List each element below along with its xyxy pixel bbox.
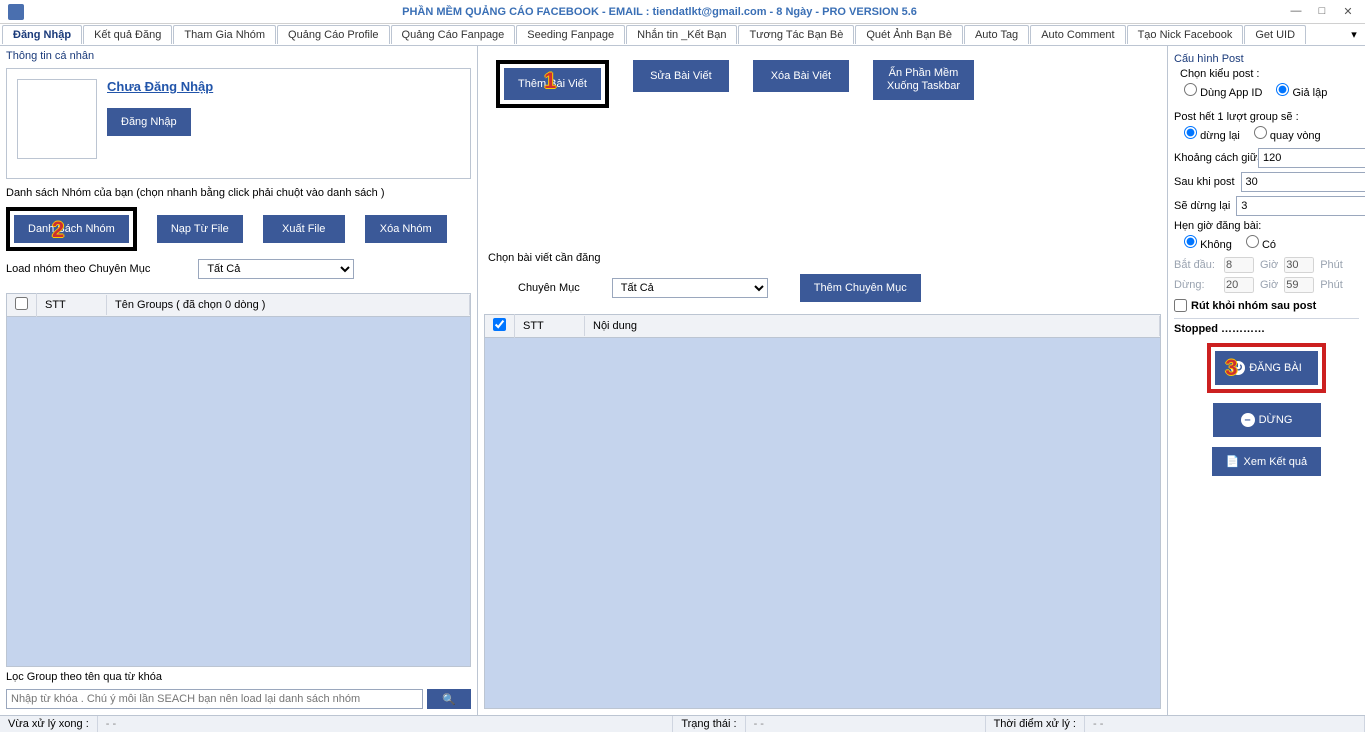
login-button[interactable]: Đăng Nhập <box>107 108 191 136</box>
center-category-label: Chuyên Mục <box>518 282 580 294</box>
category-select[interactable]: Tất Cả <box>198 259 354 279</box>
center-category-select[interactable]: Tất Cả <box>612 278 768 298</box>
document-icon: 📄 <box>1226 455 1240 468</box>
status-done-label: Vừa xử lý xong : <box>0 716 98 732</box>
load-from-file-button[interactable]: Nạp Từ File <box>157 215 243 243</box>
tab-ket-qua-dang[interactable]: Kết quả Đăng <box>83 25 172 44</box>
radio-loop[interactable]: quay vòng <box>1254 126 1321 142</box>
statusbar: Vừa xử lý xong : - - Trạng thái : - - Th… <box>0 715 1365 732</box>
tab-quang-cao-profile[interactable]: Quảng Cáo Profile <box>277 25 390 44</box>
delete-post-button[interactable]: Xóa Bài Viết <box>753 60 849 92</box>
maximize-button[interactable]: □ <box>1313 5 1331 18</box>
radio-schedule-no[interactable]: Không <box>1184 235 1232 251</box>
tab-quet-anh-ban-be[interactable]: Quét Ảnh Bạn Bè <box>855 25 963 44</box>
delete-group-button[interactable]: Xóa Nhóm <box>365 215 447 243</box>
radio-schedule-yes[interactable]: Có <box>1246 235 1276 251</box>
col-stt[interactable]: STT <box>37 295 107 315</box>
col-group-name[interactable]: Tên Groups ( đã chọn 0 dòng ) <box>107 295 470 315</box>
tab-quang-cao-fanpage[interactable]: Quảng Cáo Fanpage <box>391 25 516 44</box>
minimize-button[interactable]: — <box>1287 5 1305 18</box>
status-state-value: - - <box>746 716 986 732</box>
after-post-input[interactable] <box>1241 172 1365 192</box>
tab-auto-tag[interactable]: Auto Tag <box>964 25 1029 44</box>
posts-table-body[interactable] <box>484 338 1161 709</box>
start-minute-input <box>1284 257 1314 273</box>
stop-button[interactable]: – DỪNG <box>1213 403 1321 437</box>
stop-icon: – <box>1241 413 1255 427</box>
radio-stop[interactable]: dừng lại <box>1184 126 1240 142</box>
tab-tao-nick-facebook[interactable]: Tạo Nick Facebook <box>1127 25 1244 44</box>
radio-app-id[interactable]: Dùng App ID <box>1184 83 1262 99</box>
annotation-2: 2 <box>52 217 64 243</box>
profile-section-label: Thông tin cá nhân <box>0 46 477 64</box>
stop-minute-input <box>1284 277 1314 293</box>
status-text: Stopped ………… <box>1174 318 1359 335</box>
group-list-hint: Danh sách Nhóm của bạn (chọn nhanh bằng … <box>6 187 471 199</box>
status-time-value: - - <box>1085 716 1365 732</box>
tab-get-uid[interactable]: Get UID <box>1244 25 1306 44</box>
will-stop-input[interactable] <box>1236 196 1365 216</box>
leave-group-label: Rút khỏi nhóm sau post <box>1191 300 1316 312</box>
main-tabs: Đăng Nhập Kết quả Đăng Tham Gia Nhóm Quả… <box>0 24 1365 46</box>
posts-table-header: STT Nội dung <box>484 314 1161 338</box>
posts-col-stt[interactable]: STT <box>515 316 585 336</box>
tab-auto-comment[interactable]: Auto Comment <box>1030 25 1125 44</box>
tab-dang-nhap[interactable]: Đăng Nhập <box>2 25 82 44</box>
after-round-label: Post hết 1 lượt group sẽ : <box>1174 111 1359 123</box>
tab-tuong-tac-ban-be[interactable]: Tương Tác Bạn Bè <box>738 25 854 44</box>
load-by-category-label: Load nhóm theo Chuyên Mục <box>6 263 150 275</box>
status-state-label: Trạng thái : <box>673 716 745 732</box>
post-type-label: Chọn kiểu post : <box>1180 68 1359 80</box>
search-button[interactable]: 🔍 <box>427 689 471 709</box>
view-result-button[interactable]: 📄 Xem Kết quả <box>1212 447 1321 476</box>
hide-to-taskbar-button[interactable]: Ẩn Phần Mềm Xuống Taskbar <box>873 60 974 100</box>
not-logged-in-link[interactable]: Chưa Đăng Nhập <box>107 79 213 94</box>
app-icon <box>8 4 24 20</box>
profile-box: Chưa Đăng Nhập Đăng Nhập <box>6 68 471 179</box>
status-time-label: Thời điểm xử lý : <box>986 716 1085 732</box>
will-stop-label: Sẽ dừng lại <box>1174 200 1230 212</box>
tab-seeding-fanpage[interactable]: Seeding Fanpage <box>516 25 625 44</box>
config-post-label: Cấu hình Post <box>1174 53 1359 65</box>
select-all-groups-checkbox[interactable] <box>15 297 28 310</box>
avatar-placeholder <box>17 79 97 159</box>
filter-label: Lọc Group theo tên qua từ khóa <box>0 667 477 687</box>
groups-table-header: STT Tên Groups ( đã chọn 0 dòng ) <box>6 293 471 317</box>
export-file-button[interactable]: Xuất File <box>263 215 345 243</box>
start-time-label: Bắt đầu: <box>1174 259 1218 271</box>
stop-time-label: Dừng: <box>1174 279 1218 291</box>
titlebar: PHẦN MỀM QUẢNG CÁO FACEBOOK - EMAIL : ti… <box>0 0 1365 24</box>
interval-label: Khoảng cách giữa 2 post <box>1174 152 1252 164</box>
after-post-label: Sau khi post <box>1174 176 1235 188</box>
stop-hour-input <box>1224 277 1254 293</box>
close-button[interactable]: ✕ <box>1339 5 1357 18</box>
list-groups-button[interactable]: Danh Sách Nhóm <box>14 215 129 243</box>
annotation-3: 3 <box>1225 355 1237 381</box>
tab-tham-gia-nhom[interactable]: Tham Gia Nhóm <box>173 25 276 44</box>
leave-group-checkbox[interactable] <box>1174 299 1187 312</box>
status-done-value: - - <box>98 716 674 732</box>
select-all-posts-checkbox[interactable] <box>493 318 506 331</box>
interval-input[interactable] <box>1258 148 1365 168</box>
radio-simulate[interactable]: Giả lập <box>1276 83 1327 99</box>
posts-col-content[interactable]: Nội dung <box>585 316 1160 336</box>
select-post-label: Chọn bài viết cần đăng <box>488 252 1157 264</box>
groups-table-body[interactable] <box>6 317 471 667</box>
start-hour-input <box>1224 257 1254 273</box>
edit-post-button[interactable]: Sửa Bài Viết <box>633 60 729 92</box>
tab-nhan-tin-ket-ban[interactable]: Nhắn tin _Kết Bạn <box>626 25 737 44</box>
filter-input[interactable] <box>6 689 423 709</box>
schedule-label: Hẹn giờ đăng bài: <box>1174 220 1359 232</box>
add-category-button[interactable]: Thêm Chuyên Mục <box>800 274 921 302</box>
tab-overflow-button[interactable]: ▾ <box>1345 28 1363 41</box>
search-icon: 🔍 <box>442 693 456 706</box>
window-title: PHẦN MỀM QUẢNG CÁO FACEBOOK - EMAIL : ti… <box>32 6 1287 18</box>
annotation-1: 1 <box>544 68 556 94</box>
window-controls: — □ ✕ <box>1287 5 1357 18</box>
